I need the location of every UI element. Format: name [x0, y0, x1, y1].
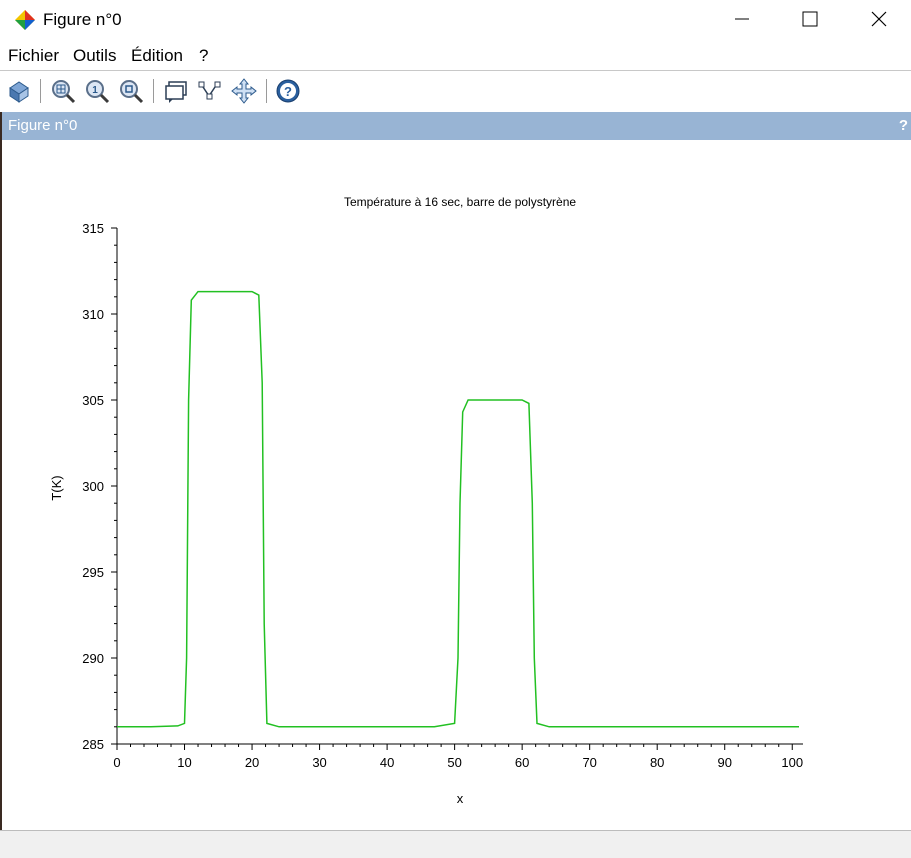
pan-button[interactable]	[229, 76, 259, 106]
x-tick-label: 10	[177, 755, 191, 770]
edit-curve-button[interactable]	[195, 76, 225, 106]
x-tick-label: 70	[582, 755, 596, 770]
y-axis-label: T(K)	[49, 475, 64, 500]
x-tick-label: 30	[312, 755, 326, 770]
toolbar-separator	[266, 79, 267, 103]
figure-panel-header: Figure n°0 ?	[2, 112, 911, 140]
minimize-icon	[735, 18, 749, 20]
toolbar-separator	[153, 79, 154, 103]
menu-edition[interactable]: Édition	[131, 46, 183, 66]
close-icon	[871, 11, 887, 27]
chart-title: Température à 16 sec, barre de polystyrè…	[344, 195, 576, 209]
zoom-area-button[interactable]	[48, 76, 78, 106]
x-axis-label: x	[457, 791, 464, 806]
scilab-app-icon	[15, 10, 35, 30]
figure-panel-help-button[interactable]: ?	[899, 117, 908, 134]
y-tick-label: 300	[82, 479, 104, 494]
zoom-reset-button[interactable]: 1	[82, 76, 112, 106]
menu-fichier[interactable]: Fichier	[8, 46, 59, 66]
svg-text:?: ?	[284, 84, 292, 99]
menu-help[interactable]: ?	[199, 46, 208, 66]
help-icon: ?	[276, 79, 300, 103]
x-tick-label: 0	[113, 755, 120, 770]
close-button[interactable]	[845, 0, 911, 38]
datatip-icon	[165, 81, 187, 103]
x-tick-label: 90	[717, 755, 731, 770]
pan-icon	[231, 78, 257, 104]
y-tick-label: 305	[82, 393, 104, 408]
svg-text:1: 1	[92, 85, 98, 96]
zoom-area-icon	[52, 80, 76, 104]
y-tick-label: 295	[82, 565, 104, 580]
chart-svg[interactable]: Température à 16 sec, barre de polystyrè…	[2, 140, 911, 830]
edit-curve-icon	[198, 81, 221, 100]
menu-bar: Fichier Outils Édition ?	[0, 42, 911, 71]
axes: 0 10 20 30 40 50 60 70 80 90 100 285 290 295 300 305 310…	[82, 221, 803, 770]
window-titlebar: Figure n°0	[0, 0, 911, 40]
toolbar: 1 ?	[0, 72, 911, 110]
series-group	[117, 290, 799, 728]
rotate-2d-3d-icon	[9, 81, 29, 103]
window-title: Figure n°0	[43, 10, 122, 29]
maximize-icon	[802, 11, 818, 27]
datatip-button[interactable]	[161, 76, 191, 106]
x-tick-label: 60	[515, 755, 529, 770]
x-tick-label: 20	[245, 755, 259, 770]
maximize-button[interactable]	[776, 0, 844, 38]
zoom-unzoom-button[interactable]	[116, 76, 146, 106]
y-tick-label: 285	[82, 737, 104, 752]
x-tick-label: 100	[781, 755, 803, 770]
x-tick-label: 50	[447, 755, 461, 770]
help-button[interactable]: ?	[273, 76, 303, 106]
figure-canvas[interactable]: Température à 16 sec, barre de polystyrè…	[2, 140, 911, 830]
x-tick-label: 80	[650, 755, 664, 770]
status-bar	[0, 830, 911, 858]
rotate-2d-3d-button[interactable]	[4, 76, 34, 106]
figure-panel-title: Figure n°0	[8, 117, 78, 134]
minimize-button[interactable]	[708, 0, 776, 38]
y-tick-label: 290	[82, 651, 104, 666]
y-tick-label: 310	[82, 307, 104, 322]
zoom-unzoom-icon	[120, 80, 144, 104]
zoom-reset-icon: 1	[86, 80, 110, 104]
series-line-0	[117, 290, 799, 728]
x-tick-label: 40	[380, 755, 394, 770]
menu-outils[interactable]: Outils	[73, 46, 116, 66]
y-tick-label: 315	[82, 221, 104, 236]
toolbar-separator	[40, 79, 41, 103]
